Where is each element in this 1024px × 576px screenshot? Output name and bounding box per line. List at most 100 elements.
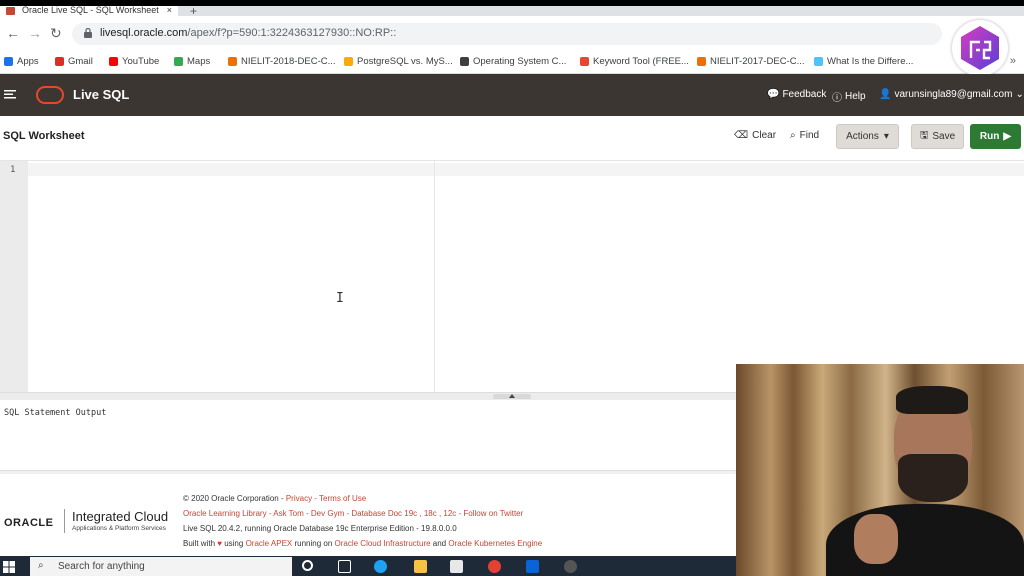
apex-link[interactable]: Oracle APEX bbox=[246, 539, 293, 548]
mail-icon[interactable] bbox=[526, 560, 539, 573]
lock-icon bbox=[84, 28, 92, 38]
footer-resource-links[interactable]: Oracle Learning Library - Ask Tom - Dev … bbox=[183, 509, 523, 518]
cortana-icon[interactable] bbox=[302, 560, 313, 571]
address-bar: ← → ↻ livesql.oracle.com/apex/f?p=590:1:… bbox=[0, 16, 1024, 52]
bookmark-label: Gmail bbox=[68, 56, 93, 67]
bookmark-item[interactable]: Maps bbox=[174, 56, 210, 67]
oke-link[interactable]: Oracle Kubernetes Engine bbox=[448, 539, 542, 548]
splitter-handle[interactable] bbox=[493, 394, 531, 399]
line-number: 1 bbox=[10, 165, 16, 175]
webcam-overlay bbox=[736, 364, 1024, 576]
copyright-text: © 2020 Oracle Corporation - bbox=[183, 494, 286, 503]
line-number-gutter: 1 bbox=[0, 161, 28, 393]
play-circle-icon: ▶ bbox=[1003, 131, 1012, 142]
privacy-link[interactable]: Privacy bbox=[286, 494, 312, 503]
bookmark-item[interactable]: What Is the Differe... bbox=[814, 56, 913, 67]
help-link[interactable]: ⓘ Help bbox=[832, 89, 866, 104]
hamburger-menu-icon[interactable] bbox=[4, 88, 16, 100]
caret-down-icon: ▾ bbox=[883, 131, 889, 142]
and-text: and bbox=[430, 539, 449, 548]
bookmark-favicon-icon bbox=[174, 57, 183, 66]
find-button[interactable]: ⌕ Find bbox=[790, 130, 819, 141]
bookmark-label: What Is the Differe... bbox=[827, 56, 914, 67]
reload-icon[interactable]: ↻ bbox=[50, 25, 62, 42]
sql-editor[interactable]: 1 I bbox=[0, 160, 1024, 393]
find-icon: ⌕ bbox=[790, 130, 796, 141]
channel-logo bbox=[952, 20, 1008, 76]
bookmark-favicon-icon bbox=[580, 57, 589, 66]
terms-link[interactable]: Terms of Use bbox=[319, 494, 366, 503]
url-input[interactable]: livesql.oracle.com/apex/f?p=590:1:322436… bbox=[72, 23, 942, 45]
close-tab-icon[interactable]: × bbox=[167, 6, 172, 15]
oci-link[interactable]: Oracle Cloud Infrastructure bbox=[335, 539, 431, 548]
save-label: Save bbox=[932, 131, 956, 142]
question-circle-icon: ⓘ bbox=[832, 93, 842, 104]
browser-tab[interactable]: Oracle Live SQL - SQL Worksheet × bbox=[0, 6, 178, 16]
feedback-label: Feedback bbox=[782, 89, 827, 100]
search-icon: ⌕ bbox=[38, 560, 44, 571]
task-view-icon[interactable] bbox=[338, 560, 351, 573]
save-button[interactable]: 🖫 Save bbox=[911, 124, 964, 149]
taskbar-search-placeholder: Search for anything bbox=[58, 561, 145, 572]
bookmark-item[interactable]: NIELIT-2018-DEC-C... bbox=[228, 56, 336, 67]
oracle-logo-icon[interactable] bbox=[36, 86, 64, 104]
footer-links-line[interactable]: Oracle Learning Library - Ask Tom - Dev … bbox=[183, 509, 523, 518]
bookmarks-overflow-button[interactable]: » bbox=[1010, 55, 1016, 67]
chrome-icon[interactable] bbox=[488, 560, 501, 573]
browser-tab-strip: Oracle Live SQL - SQL Worksheet × + bbox=[0, 6, 1024, 18]
tab-title: Oracle Live SQL - SQL Worksheet bbox=[22, 6, 159, 15]
bookmark-favicon-icon bbox=[109, 57, 118, 66]
clear-button[interactable]: ⌫ Clear bbox=[734, 130, 776, 141]
bookmark-item[interactable]: PostgreSQL vs. MyS... bbox=[344, 56, 453, 67]
bookmark-favicon-icon bbox=[55, 57, 64, 66]
user-menu[interactable]: 👤 varunsingla89@gmail.com ⌄ bbox=[879, 89, 1024, 100]
live-sql-header: Live SQL 💬 Feedback ⓘ Help 👤 varunsingla89@… bbox=[0, 74, 1024, 116]
running-on-text: running on bbox=[292, 539, 335, 548]
text-cursor-icon: I bbox=[336, 291, 344, 306]
footer-separator: - bbox=[312, 494, 320, 503]
bookmark-item[interactable]: Operating System C... bbox=[460, 56, 566, 67]
worksheet-title: SQL Worksheet bbox=[3, 130, 85, 142]
screen: Oracle Live SQL - SQL Worksheet × + ← → … bbox=[0, 6, 1024, 576]
bookmark-favicon-icon bbox=[344, 57, 353, 66]
actions-button[interactable]: Actions ▾ bbox=[836, 124, 899, 149]
oracle-favicon-icon bbox=[6, 7, 15, 15]
integrated-cloud-subtitle: Applications & Platform Services bbox=[72, 525, 166, 532]
back-icon[interactable]: ← bbox=[6, 25, 20, 41]
app-title[interactable]: Live SQL bbox=[73, 87, 129, 102]
find-label: Find bbox=[799, 130, 820, 141]
taskbar-search-input[interactable]: ⌕ Search for anything bbox=[30, 557, 292, 576]
run-label: Run bbox=[979, 131, 1000, 142]
presenter-hand bbox=[854, 514, 898, 564]
app-icon[interactable] bbox=[564, 560, 577, 573]
bookmark-favicon-icon bbox=[460, 57, 469, 66]
bookmarks-bar: » Apps Gmail YouTube Maps NIELIT-2018-DEC-C.… bbox=[0, 52, 1024, 74]
store-icon[interactable] bbox=[450, 560, 463, 573]
bookmark-item[interactable]: Gmail bbox=[55, 56, 93, 67]
bookmark-item[interactable]: NIELIT-2017-DEC-C... bbox=[697, 56, 805, 67]
bookmark-label: Maps bbox=[187, 56, 211, 67]
footer-built-with-line: Built with ♥ using Oracle APEX running o… bbox=[183, 539, 542, 548]
bookmark-favicon-icon bbox=[814, 57, 823, 66]
print-margin bbox=[434, 161, 435, 393]
bookmark-item[interactable]: Apps bbox=[4, 56, 39, 67]
windows-start-icon[interactable] bbox=[3, 561, 15, 573]
integrated-cloud-title: Integrated Cloud bbox=[72, 509, 169, 524]
bookmark-favicon-icon bbox=[697, 57, 706, 66]
forward-icon[interactable]: → bbox=[28, 25, 42, 41]
oracle-wordmark: ORACLE bbox=[4, 517, 54, 529]
speech-bubble-icon: 💬 bbox=[767, 89, 780, 100]
edge-icon[interactable] bbox=[374, 560, 387, 573]
help-label: Help bbox=[845, 91, 866, 102]
feedback-link[interactable]: 💬 Feedback bbox=[767, 89, 826, 100]
run-button[interactable]: Run ▶ bbox=[970, 124, 1021, 149]
url-host: livesql.oracle.com bbox=[100, 27, 188, 39]
logo-divider bbox=[64, 509, 65, 533]
url-text: livesql.oracle.com/apex/f?p=590:1:322436… bbox=[100, 27, 396, 39]
file-explorer-icon[interactable] bbox=[414, 560, 427, 573]
bookmark-item[interactable]: YouTube bbox=[109, 56, 159, 67]
bookmark-item[interactable]: Keyword Tool (FREE... bbox=[580, 56, 689, 67]
url-path: /apex/f?p=590:1:3224363127930::NO:RP:: bbox=[187, 27, 397, 39]
presenter-hair bbox=[896, 386, 968, 414]
chevron-down-icon: ⌄ bbox=[1015, 89, 1024, 100]
